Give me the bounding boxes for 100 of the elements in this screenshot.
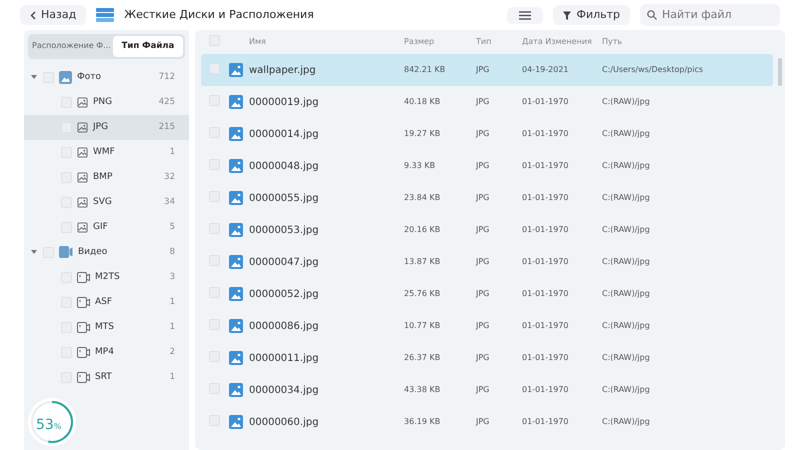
file-row[interactable]: wallpaper.jpg 842.21 KB JPG 04-19-2021 C:/Users/ws/Desktop/pics [201, 54, 773, 86]
item-label: SRT [95, 370, 112, 384]
caret-icon[interactable] [30, 74, 38, 80]
file-row[interactable]: 00000055.jpg 23.84 KB JPG 01-01-1970 C:(RAW)/jpg [201, 182, 773, 214]
tree-item[interactable]: GIF 5 [24, 214, 189, 240]
file-row[interactable]: 00000048.jpg 9.33 KB JPG 01-01-1970 C:(RAW)/jpg [201, 150, 773, 182]
file-size: 19.27 KB [404, 128, 442, 140]
file-date: 01-01-1970 [522, 384, 570, 396]
file-path: C:/Users/ws/Desktop/pics [602, 64, 704, 76]
image-icon [229, 95, 243, 109]
file-date: 01-01-1970 [522, 224, 570, 236]
file-date: 01-01-1970 [522, 256, 570, 268]
tree-item[interactable]: PNG 425 [24, 90, 189, 115]
menu-button[interactable] [507, 6, 544, 24]
image-icon [229, 159, 243, 173]
tab[interactable]: Тип Файла [112, 36, 183, 57]
tree-item[interactable]: MTS 1 [24, 314, 189, 340]
file-size: 13.87 KB [404, 256, 442, 268]
caret-icon[interactable] [30, 249, 38, 256]
file-row[interactable]: 00000019.jpg 40.18 KB JPG 01-01-1970 C:(RAW)/jpg [201, 86, 773, 118]
item-label: PNG [93, 96, 112, 108]
tree-item[interactable]: SVG 34 [24, 190, 189, 215]
image-icon [229, 287, 243, 301]
file-path: C:(RAW)/jpg [602, 288, 651, 300]
file-row[interactable]: 00000053.jpg 20.16 KB JPG 01-01-1970 C:(RAW)/jpg [201, 214, 773, 246]
tree-item[interactable]: SRT 1 [24, 364, 189, 390]
file-row[interactable]: 00000034.jpg 43.38 KB JPG 01-01-1970 C:(RAW)/jpg [201, 374, 773, 406]
scrollbar-thumb[interactable] [778, 58, 782, 86]
item-label: ASF [95, 296, 112, 308]
file-name: 00000048.jpg [249, 160, 319, 174]
item-label: MP4 [95, 346, 114, 358]
item-count: 712 [158, 70, 175, 84]
checkbox[interactable] [209, 62, 220, 74]
file-path: C:(RAW)/jpg [602, 352, 651, 364]
item-label: JPG [93, 120, 108, 134]
file-name: 00000014.jpg [249, 128, 319, 142]
video-icon [77, 296, 90, 308]
file-name: wallpaper.jpg [249, 64, 316, 78]
video-icon [77, 372, 90, 383]
file-type: JPG [476, 416, 490, 428]
image-icon [229, 191, 243, 205]
file-name: 00000019.jpg [249, 96, 319, 110]
file-date: 04-19-2021 [522, 64, 570, 76]
file-name: 00000053.jpg [249, 224, 319, 238]
item-count: 1 [170, 370, 175, 384]
image-icon [229, 127, 243, 141]
file-path: C:(RAW)/jpg [602, 96, 651, 108]
file-row[interactable]: 00000014.jpg 19.27 KB JPG 01-01-1970 C:(RAW)/jpg [201, 118, 773, 150]
image-icon [229, 351, 243, 365]
item-label: MTS [95, 320, 114, 334]
image-icon [229, 415, 243, 429]
file-row[interactable]: 00000047.jpg 13.87 KB JPG 01-01-1970 C:(RAW)/jpg [201, 246, 773, 278]
file-name: 00000052.jpg [249, 288, 319, 302]
file-type: JPG [476, 96, 490, 108]
file-path: C:(RAW)/jpg [602, 224, 651, 236]
image-icon [77, 96, 88, 108]
item-count: 1 [170, 320, 175, 334]
image-icon [229, 383, 243, 397]
file-path: C:(RAW)/jpg [602, 128, 651, 140]
file-row[interactable]: 00000052.jpg 25.76 KB JPG 01-01-1970 C:(RAW)/jpg [201, 278, 773, 310]
tree-item[interactable]: MP4 2 [24, 340, 189, 365]
tree-item[interactable]: Фото 712 [24, 64, 189, 90]
tree-item[interactable]: JPG 215 [24, 114, 189, 140]
item-label: Видео [78, 246, 108, 258]
item-count: 3 [170, 270, 175, 284]
file-date: 01-01-1970 [522, 96, 570, 108]
tree-item[interactable]: WMF 1 [24, 140, 189, 165]
item-label: SVG [93, 196, 112, 208]
tab[interactable]: Расположение Ф... [30, 36, 113, 57]
file-type: JPG [476, 160, 490, 172]
image-icon [229, 63, 243, 77]
back-button[interactable]: Назад [20, 4, 86, 26]
tree-item[interactable]: BMP 32 [24, 164, 189, 190]
image-icon [77, 222, 88, 233]
file-row[interactable]: 00000060.jpg 36.19 KB JPG 01-01-1970 C:(RAW)/jpg [201, 406, 773, 438]
item-count: 5 [170, 220, 175, 234]
tree-item[interactable]: M2TS 3 [24, 264, 189, 290]
item-label: M2TS [95, 270, 120, 284]
image-icon [77, 146, 88, 158]
file-row[interactable]: 00000086.jpg 10.77 KB JPG 01-01-1970 C:(RAW)/jpg [201, 310, 773, 342]
file-name: 00000047.jpg [249, 256, 319, 270]
file-size: 9.33 KB [404, 160, 436, 172]
file-type: JPG [476, 288, 490, 300]
file-date: 01-01-1970 [522, 192, 570, 204]
filter-button[interactable]: Фильтр [553, 4, 630, 26]
tree-item[interactable]: Видео 8 [24, 240, 189, 265]
video-icon [77, 272, 90, 283]
video-icon [59, 246, 73, 258]
item-label: WMF [93, 146, 115, 158]
page-title: Жесткие Диски и Расположения [124, 6, 314, 23]
file-size: 23.84 KB [404, 192, 442, 204]
file-date: 01-01-1970 [522, 320, 570, 332]
file-row[interactable]: 00000011.jpg 26.37 KB JPG 01-01-1970 C:(RAW)/jpg [201, 342, 773, 374]
file-size: 10.77 KB [404, 320, 442, 332]
file-name: 00000055.jpg [249, 192, 319, 206]
search-field[interactable]: Найти файл [640, 4, 780, 26]
tree-item[interactable]: ASF 1 [24, 290, 189, 315]
image-icon [229, 223, 243, 237]
file-path: C:(RAW)/jpg [602, 416, 651, 428]
file-type: JPG [476, 320, 490, 332]
